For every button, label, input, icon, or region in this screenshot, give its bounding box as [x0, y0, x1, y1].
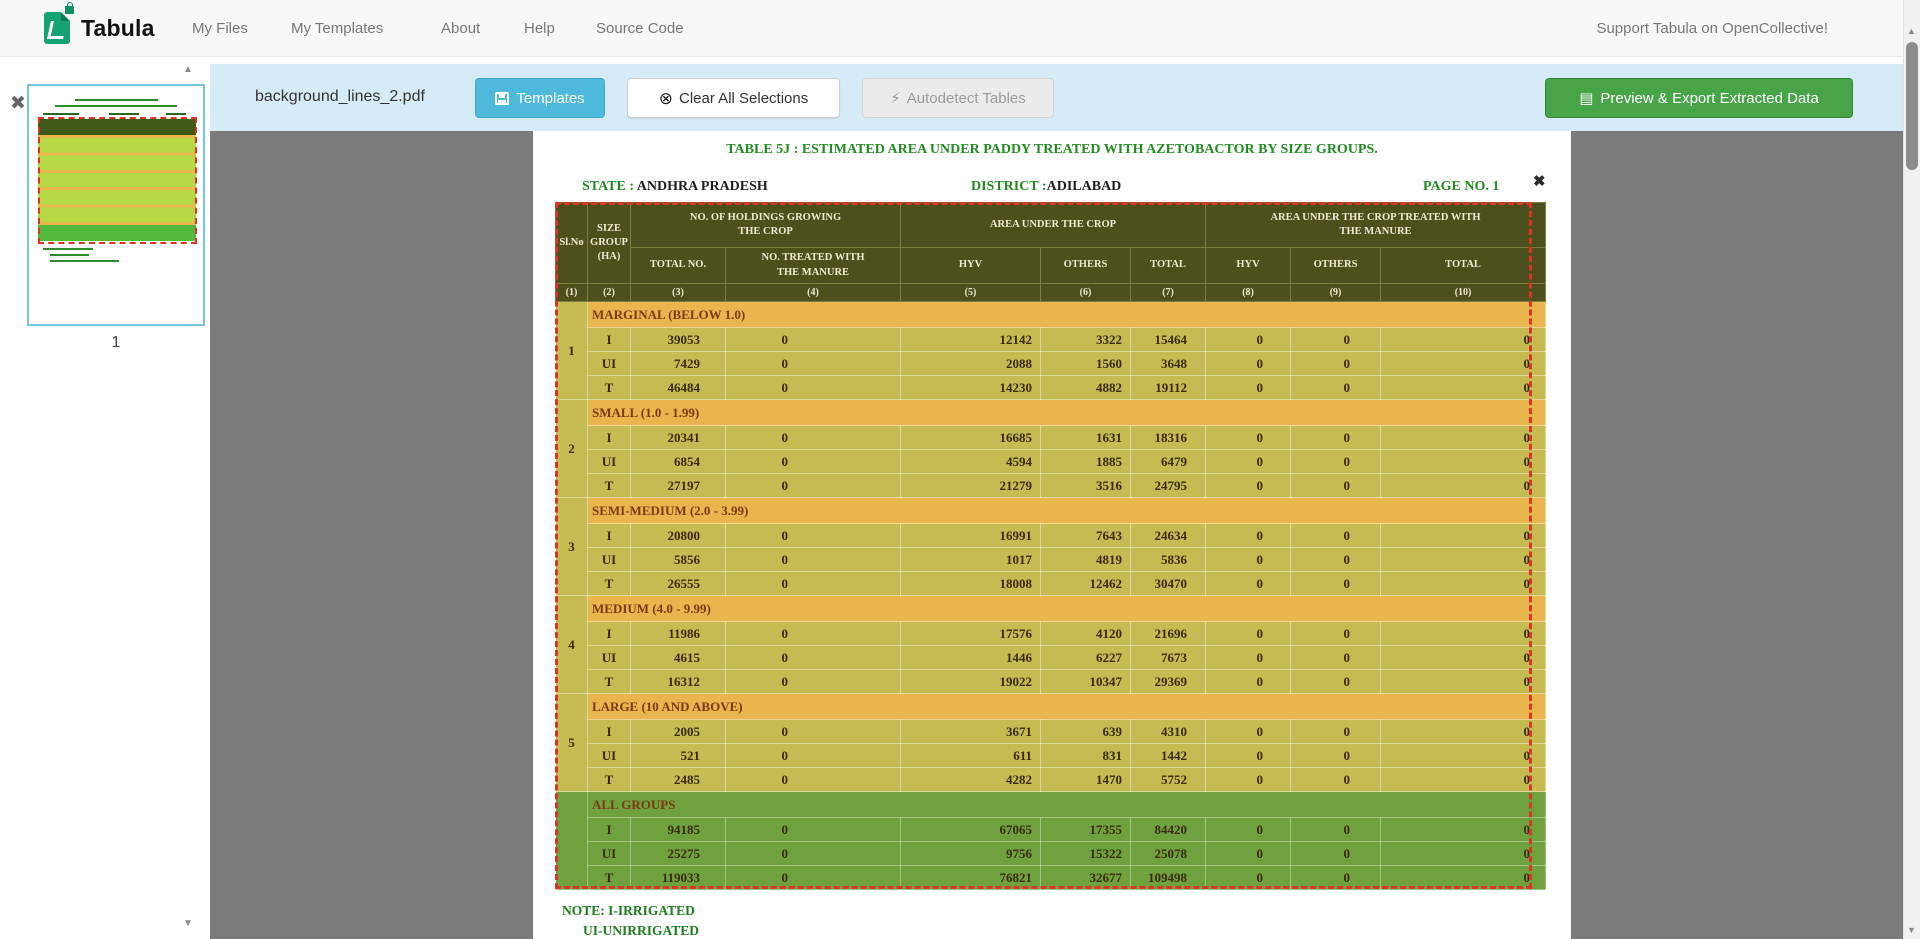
state-label: STATE : — [582, 179, 634, 194]
page-thumbnail[interactable] — [27, 84, 205, 326]
export-table-icon: ▤ — [1579, 89, 1593, 107]
nav-help[interactable]: Help — [524, 20, 555, 37]
window-scrollbar[interactable]: ▲ ▼ — [1903, 0, 1920, 939]
note-line-2: UI-UNIRRIGATED — [583, 923, 699, 939]
district-label: DISTRICT : — [971, 179, 1047, 194]
remove-page-x-icon[interactable]: ✖ — [10, 94, 26, 113]
page-no-label: PAGE NO. 1 — [1423, 179, 1499, 195]
nav-about[interactable]: About — [441, 20, 480, 37]
nav-my-files[interactable]: My Files — [192, 20, 248, 37]
scroll-down-arrow[interactable]: ▼ — [1907, 925, 1916, 935]
pdf-page[interactable]: TABLE 5J : ESTIMATED AREA UNDER PADDY TR… — [533, 131, 1571, 939]
selection-box[interactable] — [555, 202, 1532, 889]
support-link[interactable]: Support Tabula on OpenCollective! — [1596, 20, 1828, 37]
page-number-label: 1 — [27, 334, 205, 352]
thumbnail-table — [38, 119, 196, 241]
brand[interactable]: Tabula — [44, 12, 155, 44]
district-value: ADILABAD — [1047, 179, 1122, 194]
page-sidebar: ▲ ✖ 1 ▼ — [0, 58, 210, 939]
autodetect-tables-button[interactable]: ⚡ Autodetect Tables — [862, 78, 1054, 118]
autodetect-lightning-icon: ⚡ — [890, 89, 901, 107]
brand-title: Tabula — [81, 15, 155, 42]
selection-close-x-icon[interactable]: ✖ — [1533, 175, 1546, 190]
tabula-app: Tabula My Files My Templates About Help … — [0, 0, 1920, 939]
state-value: ANDHRA PRADESH — [637, 179, 768, 194]
thumbnail-selection-box — [38, 117, 197, 244]
pdf-table-title: TABLE 5J : ESTIMATED AREA UNDER PADDY TR… — [533, 142, 1571, 158]
preview-export-button[interactable]: ▤ Preview & Export Extracted Data — [1545, 78, 1853, 118]
templates-save-icon — [495, 92, 509, 105]
toolbar: background_lines_2.pdf Templates ⊗ Clear… — [210, 64, 1903, 131]
lock-icon — [65, 6, 74, 14]
clear-all-selections-button[interactable]: ⊗ Clear All Selections — [627, 78, 840, 118]
sidebar-scroll-down-arrow[interactable]: ▼ — [183, 918, 193, 929]
note-line-1: NOTE: I-IRRIGATED — [562, 903, 695, 919]
page-thumbnail-preview — [33, 90, 199, 320]
nav-my-templates[interactable]: My Templates — [291, 20, 383, 37]
scrollbar-thumb[interactable] — [1906, 42, 1918, 170]
templates-button[interactable]: Templates — [475, 78, 605, 118]
scroll-up-arrow[interactable]: ▲ — [1907, 26, 1916, 36]
nav-source-code[interactable]: Source Code — [596, 20, 684, 37]
tabula-logo-icon — [44, 12, 70, 44]
clear-circled-x-icon: ⊗ — [659, 90, 673, 107]
filename-label: background_lines_2.pdf — [255, 88, 425, 106]
sidebar-scroll-up-arrow[interactable]: ▲ — [183, 64, 193, 75]
pdf-viewer-area: TABLE 5J : ESTIMATED AREA UNDER PADDY TR… — [210, 131, 1903, 939]
navbar: Tabula My Files My Templates About Help … — [0, 0, 1920, 57]
